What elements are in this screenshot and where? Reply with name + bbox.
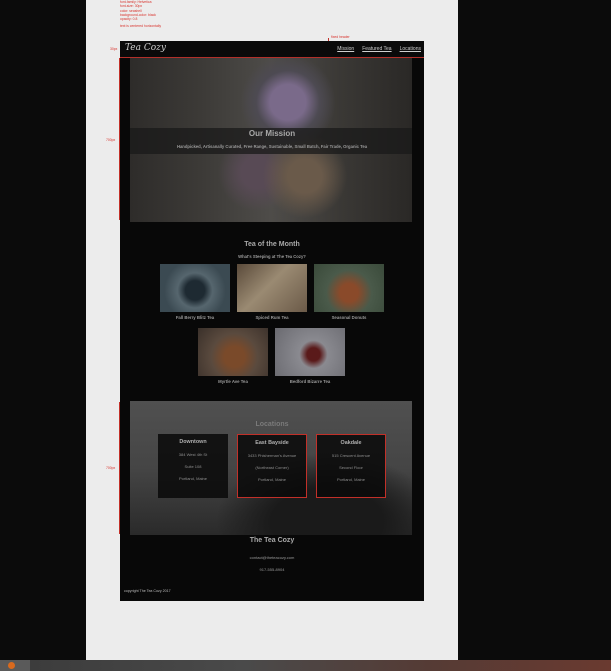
app-icon xyxy=(8,662,15,669)
height-700-label: 700px xyxy=(106,138,116,142)
mission-subtitle: Handpicked, Artisanally Curated, Free Ra… xyxy=(176,144,368,149)
footer-email[interactable]: contact@theteacozy.com xyxy=(120,555,424,560)
tea-item[interactable]: Myrtle Ave Tea xyxy=(198,328,268,384)
tea-photo xyxy=(198,328,268,376)
tea-caption: Spiced Rum Tea xyxy=(255,315,289,320)
location-line: 515 Crescent Avenue xyxy=(331,453,371,458)
height-700-label: 700px xyxy=(106,466,116,470)
nav-link-featured-tea[interactable]: Featured Tea xyxy=(362,46,391,52)
location-line: (Northeast Corner) xyxy=(255,465,289,470)
tea-of-month-title: Tea of the Month xyxy=(244,241,300,248)
location-line: 3433 Phisherman's Avenue xyxy=(247,453,297,458)
height-30-label: 30px xyxy=(110,47,118,51)
location-line: Portland, Maine xyxy=(336,477,365,482)
location-card-downtown: Downtown 384 West 4th St Suite 108 Portl… xyxy=(158,434,228,498)
tea-caption: Fall Berry Blitz Tea xyxy=(175,315,215,320)
copyright-text: copyright The Tea Cozy 2017 xyxy=(124,589,171,593)
location-name: East Bayside xyxy=(255,440,289,446)
tea-of-month-subtitle: What's Steeping at The Tea Cozy? xyxy=(238,254,306,259)
nav-links: Mission Featured Tea Locations xyxy=(337,46,421,52)
tea-caption: Seasonal Donuts xyxy=(331,315,367,320)
location-line: 384 West 4th St xyxy=(178,452,208,457)
tea-item[interactable]: Fall Berry Blitz Tea xyxy=(160,264,230,320)
tea-item[interactable]: Spiced Rum Tea xyxy=(237,264,307,320)
location-card-east-bayside: East Bayside 3433 Phisherman's Avenue (N… xyxy=(237,434,307,498)
nav-link-mission[interactable]: Mission xyxy=(337,46,354,52)
spec-note: text is centered horizontally xyxy=(120,24,162,29)
locations-title: Locations xyxy=(255,421,289,428)
fixed-header-label: fixed header xyxy=(331,35,350,39)
style-spec-notes: font-family: Helvetica font-size: 30px c… xyxy=(120,0,161,29)
footer-phone: 917-555-8904 xyxy=(259,567,285,572)
footer-title: The Tea Cozy xyxy=(249,537,295,544)
location-line: Suite 108 xyxy=(184,464,202,469)
tea-item[interactable]: Bedford Bizarre Tea xyxy=(275,328,345,384)
taskbar xyxy=(0,660,611,671)
start-button[interactable] xyxy=(0,660,30,671)
design-spec-sheet: font-family: Helvetica font-size: 30px c… xyxy=(86,0,458,660)
tea-photo xyxy=(314,264,384,312)
image-viewer: font-family: Helvetica font-size: 30px c… xyxy=(0,0,611,660)
location-card-oakdale: Oakdale 515 Crescent Avenue Second Floor… xyxy=(316,434,386,498)
tea-photo xyxy=(160,264,230,312)
location-name: Oakdale xyxy=(340,440,362,446)
tea-caption: Myrtle Ave Tea xyxy=(218,379,248,384)
website-mockup: Tea Cozy Mission Featured Tea Locations … xyxy=(120,41,424,601)
tea-photo xyxy=(237,264,307,312)
site-header: Tea Cozy Mission Featured Tea Locations xyxy=(120,41,424,58)
tea-item[interactable]: Seasonal Donuts xyxy=(314,264,384,320)
location-line: Portland, Maine xyxy=(257,477,286,482)
location-line: Portland, Maine xyxy=(178,476,207,481)
tea-caption: Bedford Bizarre Tea xyxy=(289,379,331,384)
location-line: Second Floor xyxy=(339,465,363,470)
tea-photo xyxy=(275,328,345,376)
nav-link-locations[interactable]: Locations xyxy=(400,46,421,52)
location-name: Downtown xyxy=(179,439,207,445)
tea-cozy-logo[interactable]: Tea Cozy xyxy=(125,43,166,53)
mission-title: Our Mission xyxy=(248,129,296,138)
